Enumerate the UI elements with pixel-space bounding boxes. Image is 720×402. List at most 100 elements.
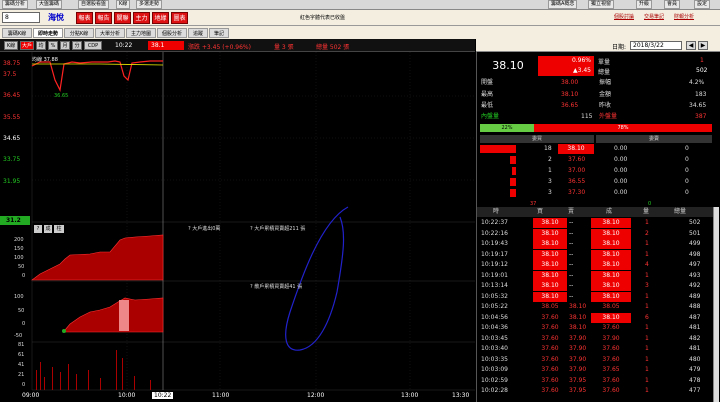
topbar-item-2[interactable]: 自選股看盤 — [78, 0, 110, 9]
tab-5[interactable]: 個股分析 — [157, 28, 187, 38]
sub1-y-4: 0 — [22, 273, 26, 279]
orderbook-head-ask: 委賣 — [596, 135, 712, 143]
chip-0[interactable]: K線 — [4, 41, 18, 50]
chip-4[interactable]: 月 — [60, 41, 70, 50]
table-row: 10:19:17 38.10 -- 38.10 1 498 — [481, 249, 701, 260]
tab-6[interactable]: 追蹤 — [188, 28, 208, 38]
tick-header: 時買 賣成 量總量 — [477, 207, 713, 217]
sub1-y-0: 200 — [14, 237, 24, 243]
table-row: 10:04:56 37.60 38.10 38.10 6 487 — [481, 312, 701, 323]
vol-y-1: 61 — [18, 352, 25, 358]
top-bar: 籌碼分析 大盤籌碼 自選股看盤 K線 多選走勢 籌碼A概念 獨立視窗 升級 會員… — [0, 0, 720, 10]
topbar-item-9[interactable]: 設定 — [694, 0, 711, 9]
single-vol-value: 1 — [700, 57, 704, 64]
topbar-item-7[interactable]: 升級 — [636, 0, 653, 9]
yaxis-label-4: 34.65 — [3, 135, 21, 142]
nav-button-1[interactable]: 報告 — [95, 12, 112, 24]
table-row: 10:19:43 38.10 -- 38.10 1 499 — [481, 239, 701, 249]
topbar-item-8[interactable]: 會員 — [664, 0, 681, 9]
sub1-btn-2[interactable]: 柱 — [54, 225, 64, 233]
xaxis-6: 13:30 — [452, 392, 470, 399]
table-row: 10:19:01 38.10 -- 38.10 1 493 — [481, 270, 701, 281]
sub2-y-3: -50 — [14, 333, 23, 339]
topbar-item-0[interactable]: 籌碼分析 — [2, 0, 29, 9]
table-row: 10:05:32 38.10 -- 38.10 1 489 — [481, 291, 701, 302]
nav-button-3[interactable]: 主力 — [133, 12, 150, 24]
app-root: 籌碼分析 大盤籌碼 自選股看盤 K線 多選走勢 籌碼A概念 獨立視窗 升級 會員… — [0, 0, 720, 402]
tab-2[interactable]: 分點K線 — [64, 28, 94, 38]
toolbar-time: 10:22 — [115, 42, 133, 49]
topbar-item-3[interactable]: K線 — [116, 0, 131, 9]
chart-svg[interactable] — [0, 52, 475, 402]
date-label: 日期: — [612, 44, 627, 51]
avg-line — [32, 63, 164, 66]
yaxis-label-7: 31.2 — [0, 216, 30, 225]
chip-2[interactable]: 均 — [36, 41, 46, 50]
toolbar-price: 38.1 — [148, 41, 184, 50]
chip-5[interactable]: 分 — [72, 41, 82, 50]
tick-scrollbar[interactable] — [713, 207, 719, 402]
date-input[interactable]: 2018/3/22 — [630, 41, 682, 50]
table-row: 10:03:35 37.60 37.90 37.60 1 480 — [481, 355, 701, 363]
table-row: 10:02:59 37.60 37.95 37.60 1 478 — [481, 376, 701, 384]
vol-y-2: 41 — [18, 362, 25, 368]
table-row: 10:03:45 37.60 37.90 37.90 1 482 — [481, 334, 701, 342]
topbar-item-5[interactable]: 籌碼A概念 — [548, 0, 578, 9]
table-row: 10:22:37 38.10 -- 38.10 1 502 — [481, 218, 701, 228]
tab-3[interactable]: 大單分析 — [95, 28, 125, 38]
marquee-text: 紅色字體代表已收盤 — [300, 15, 346, 21]
stock-code-input[interactable]: 8 — [2, 12, 40, 23]
total-vol-value: 502 — [696, 67, 708, 74]
quote-row-open: 開盤 38.00 振幅 4.2% — [481, 79, 705, 86]
topbar-item-6[interactable]: 獨立視窗 — [588, 0, 615, 9]
tab-0[interactable]: 籌碼K線 — [2, 28, 32, 38]
sub1-y-1: 150 — [14, 246, 24, 252]
nav-button-2[interactable]: 關聯 — [114, 12, 131, 24]
link-finance[interactable]: 財報分析 — [674, 13, 694, 20]
chip-3[interactable]: % — [48, 41, 58, 50]
yaxis-label-0: 38.75 — [3, 60, 21, 67]
date-prev-button[interactable]: ◀ — [686, 41, 696, 50]
chip-6[interactable]: CDP — [84, 41, 102, 50]
orderbook-body: 18 38.10 0.00 0 2 37.60 0.00 0 1 37.00 0… — [480, 143, 712, 201]
avg-line-label: 均線 37.88 — [32, 57, 58, 63]
tab-1[interactable]: 即時走勢 — [33, 28, 63, 38]
xaxis-4: 12:00 — [307, 392, 325, 399]
chip-1[interactable]: 大戶 — [20, 41, 34, 50]
sub1-title: ? 大戶進出0萬 — [188, 226, 221, 232]
table-row: 10:05:22 38.05 38.10 38.05 1 488 — [481, 303, 701, 310]
sub2-y-0: 100 — [14, 294, 24, 300]
sub1-btn-1[interactable]: 成 — [44, 225, 52, 233]
topbar-item-1[interactable]: 大盤籌碼 — [36, 0, 63, 9]
nav-button-5[interactable]: 圖表 — [171, 12, 188, 24]
toolbar-vol: 量 3 張 — [274, 44, 294, 51]
total-vol-label: 總量 — [598, 69, 611, 76]
nav-button-0[interactable]: 報表 — [76, 12, 93, 24]
volume-bars — [36, 350, 151, 390]
stock-name: 海悅 — [48, 13, 64, 22]
table-row: 10:03:40 37.60 37.90 37.60 1 481 — [481, 345, 701, 352]
xaxis-1: 10:00 — [118, 392, 136, 399]
single-vol-label: 單量 — [598, 59, 611, 66]
toolbar-change: 漲跌 +3.45 (+0.96%) — [188, 44, 251, 51]
xaxis-0: 09:00 — [22, 392, 40, 399]
date-next-button[interactable]: ▶ — [698, 41, 708, 50]
sub1-btn-0[interactable]: ? — [34, 225, 42, 233]
table-row: 10:22:16 38.10 -- 38.10 2 501 — [481, 228, 701, 239]
link-notes[interactable]: 交易筆記 — [644, 13, 664, 20]
sub2-y-1: 50 — [18, 308, 25, 314]
tab-4[interactable]: 主力地圖 — [126, 28, 156, 38]
nav-button-4[interactable]: 地緣 — [152, 12, 169, 24]
outer-bar: 78% — [534, 124, 712, 132]
xaxis-2: 10:22 — [152, 392, 174, 399]
vol-y-0: 81 — [18, 342, 25, 348]
sub2-y-2: 0 — [22, 321, 26, 327]
yaxis-label-5: 33.75 — [3, 156, 21, 163]
date-bar — [476, 39, 720, 52]
tab-7[interactable]: 筆記 — [209, 28, 229, 38]
change-box: ▲3.45 — [538, 66, 594, 76]
sub2-area — [64, 297, 164, 333]
yaxis-label-2: 36.45 — [3, 92, 21, 99]
topbar-item-4[interactable]: 多選走勢 — [136, 0, 163, 9]
link-discussion[interactable]: 個股討論 — [614, 13, 634, 20]
